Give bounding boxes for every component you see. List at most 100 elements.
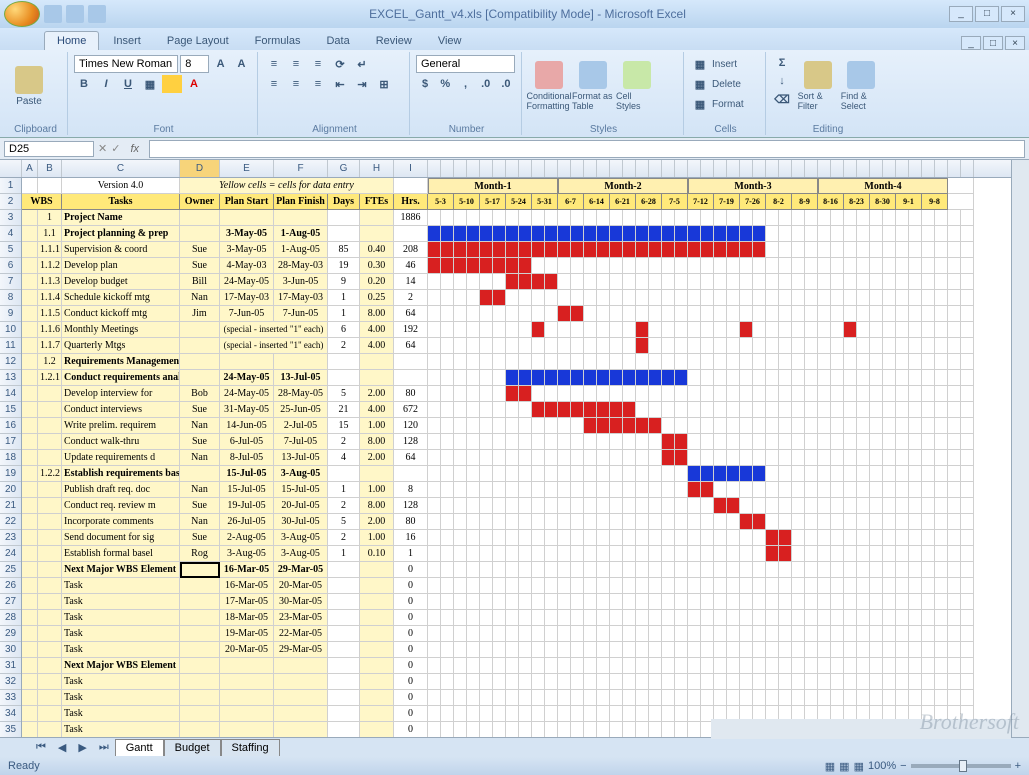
zoom-slider[interactable] bbox=[911, 764, 1011, 768]
grow-font-button[interactable]: A bbox=[211, 55, 230, 73]
fx-enter-button[interactable]: ✓ bbox=[111, 142, 120, 155]
comma-button[interactable]: , bbox=[456, 75, 474, 93]
conditional-formatting-button[interactable]: Conditional Formatting bbox=[528, 54, 570, 118]
border-button[interactable]: ▦ bbox=[140, 75, 160, 93]
watermark: Brothersoft bbox=[920, 709, 1019, 735]
office-button[interactable] bbox=[4, 1, 40, 27]
group-styles: Conditional Formatting Format as Table C… bbox=[524, 52, 684, 135]
fill-button[interactable]: ↓ bbox=[772, 72, 792, 90]
font-name-select[interactable]: Times New Roman bbox=[74, 55, 178, 73]
quick-access-toolbar bbox=[44, 5, 106, 23]
zoom-out-button[interactable]: − bbox=[900, 760, 906, 772]
status-text: Ready bbox=[8, 760, 40, 772]
vertical-scrollbar[interactable] bbox=[1011, 160, 1029, 737]
sheet-nav-prev[interactable]: ◀ bbox=[52, 741, 72, 754]
doc-minimize-button[interactable]: _ bbox=[961, 36, 981, 50]
fill-color-button[interactable] bbox=[162, 75, 182, 93]
doc-restore-button[interactable]: □ bbox=[983, 36, 1003, 50]
align-bottom-button[interactable]: ≡ bbox=[308, 55, 328, 73]
ribbon: Paste Clipboard Times New Roman 8 A A B … bbox=[0, 50, 1029, 138]
group-number: General $ % , .0 .0 Number bbox=[412, 52, 522, 135]
tab-page-layout[interactable]: Page Layout bbox=[155, 32, 241, 50]
group-clipboard: Paste Clipboard bbox=[4, 52, 68, 135]
cell-styles-button[interactable]: Cell Styles bbox=[616, 54, 658, 118]
cond-fmt-icon bbox=[535, 61, 563, 89]
group-alignment: ≡ ≡ ≡ ⟳ ↵ ≡ ≡ ≡ ⇤ ⇥ ⊞ Alignment bbox=[260, 52, 410, 135]
close-button[interactable]: × bbox=[1001, 6, 1025, 22]
increase-decimal-button[interactable]: .0 bbox=[477, 75, 495, 93]
formula-input[interactable] bbox=[149, 140, 1025, 158]
group-font: Times New Roman 8 A A B I U ▦ A Font bbox=[70, 52, 258, 135]
italic-button[interactable]: I bbox=[96, 75, 116, 93]
currency-button[interactable]: $ bbox=[416, 75, 434, 93]
font-color-button[interactable]: A bbox=[184, 75, 204, 93]
tab-formulas[interactable]: Formulas bbox=[243, 32, 313, 50]
paste-icon bbox=[15, 66, 43, 94]
table-icon bbox=[579, 61, 607, 89]
sheet-nav-next[interactable]: ▶ bbox=[72, 741, 92, 754]
find-icon bbox=[847, 61, 875, 89]
underline-button[interactable]: U bbox=[118, 75, 138, 93]
bold-button[interactable]: B bbox=[74, 75, 94, 93]
orientation-button[interactable]: ⟳ bbox=[330, 55, 350, 73]
formula-bar: ✕ ✓ fx bbox=[0, 138, 1029, 160]
spreadsheet-grid[interactable]: ABCDEFGHI 123456789101112131415161718192… bbox=[0, 160, 1011, 737]
column-headers: ABCDEFGHI bbox=[0, 160, 1011, 178]
save-icon[interactable] bbox=[44, 5, 62, 23]
view-pagebreak-button[interactable]: ▦ bbox=[854, 760, 864, 773]
clear-button[interactable]: ⌫ bbox=[772, 90, 792, 108]
paste-button[interactable]: Paste bbox=[8, 54, 50, 118]
shrink-font-button[interactable]: A bbox=[232, 55, 251, 73]
number-format-select[interactable]: General bbox=[416, 55, 515, 73]
zoom-in-button[interactable]: + bbox=[1015, 760, 1021, 772]
sheet-tab-budget[interactable]: Budget bbox=[164, 739, 221, 756]
sheet-tabs: ⏮ ◀ ▶ ⏭ Gantt Budget Staffing bbox=[0, 737, 1029, 757]
align-right-button[interactable]: ≡ bbox=[308, 75, 328, 93]
doc-close-button[interactable]: × bbox=[1005, 36, 1025, 50]
title-bar: EXCEL_Gantt_v4.xls [Compatibility Mode] … bbox=[0, 0, 1029, 28]
view-normal-button[interactable]: ▦ bbox=[825, 760, 835, 773]
increase-indent-button[interactable]: ⇥ bbox=[352, 75, 372, 93]
sheet-nav-first[interactable]: ⏮ bbox=[30, 741, 52, 754]
row-headers: 1234567891011121314151617181920212223242… bbox=[0, 178, 22, 737]
find-select-button[interactable]: Find & Select bbox=[841, 54, 882, 118]
align-center-button[interactable]: ≡ bbox=[286, 75, 306, 93]
merge-button[interactable]: ⊞ bbox=[374, 75, 394, 93]
fx-icon[interactable]: fx bbox=[124, 143, 145, 155]
tab-home[interactable]: Home bbox=[44, 31, 99, 50]
decrease-indent-button[interactable]: ⇤ bbox=[330, 75, 350, 93]
cell-styles-icon bbox=[623, 61, 651, 89]
format-cells-button[interactable]: ▦ bbox=[690, 95, 710, 113]
maximize-button[interactable]: □ bbox=[975, 6, 999, 22]
wrap-text-button[interactable]: ↵ bbox=[352, 55, 372, 73]
sort-filter-button[interactable]: Sort & Filter bbox=[798, 54, 839, 118]
delete-cells-button[interactable]: ▦ bbox=[690, 75, 710, 93]
align-top-button[interactable]: ≡ bbox=[264, 55, 284, 73]
window-title: EXCEL_Gantt_v4.xls [Compatibility Mode] … bbox=[106, 7, 949, 21]
tab-view[interactable]: View bbox=[426, 32, 474, 50]
align-middle-button[interactable]: ≡ bbox=[286, 55, 306, 73]
sort-icon bbox=[804, 61, 832, 89]
percent-button[interactable]: % bbox=[436, 75, 454, 93]
align-left-button[interactable]: ≡ bbox=[264, 75, 284, 93]
decrease-decimal-button[interactable]: .0 bbox=[497, 75, 515, 93]
autosum-button[interactable]: Σ bbox=[772, 54, 792, 72]
group-cells: ▦Insert ▦Delete ▦Format Cells bbox=[686, 52, 766, 135]
zoom-level[interactable]: 100% bbox=[868, 760, 896, 772]
sheet-tab-staffing[interactable]: Staffing bbox=[221, 739, 280, 756]
redo-icon[interactable] bbox=[88, 5, 106, 23]
tab-insert[interactable]: Insert bbox=[101, 32, 153, 50]
insert-cells-button[interactable]: ▦ bbox=[690, 55, 710, 73]
tab-data[interactable]: Data bbox=[314, 32, 361, 50]
view-layout-button[interactable]: ▦ bbox=[839, 760, 849, 773]
undo-icon[interactable] bbox=[66, 5, 84, 23]
tab-review[interactable]: Review bbox=[364, 32, 424, 50]
minimize-button[interactable]: _ bbox=[949, 6, 973, 22]
name-box[interactable] bbox=[4, 141, 94, 157]
font-size-select[interactable]: 8 bbox=[180, 55, 209, 73]
sheet-nav-last[interactable]: ⏭ bbox=[93, 741, 115, 754]
sheet-tab-gantt[interactable]: Gantt bbox=[115, 739, 164, 756]
ribbon-tabs: Home Insert Page Layout Formulas Data Re… bbox=[0, 28, 1029, 50]
fx-cancel-button[interactable]: ✕ bbox=[98, 142, 107, 155]
format-as-table-button[interactable]: Format as Table bbox=[572, 54, 614, 118]
